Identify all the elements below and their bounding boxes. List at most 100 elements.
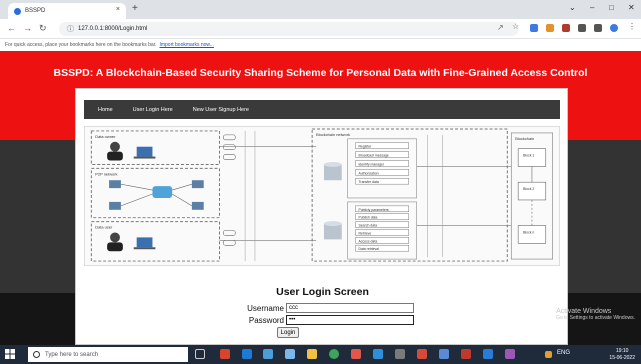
chrome-icon[interactable] xyxy=(329,349,339,359)
stack-item: Access data xyxy=(358,239,377,243)
stack-item: Broadcast message xyxy=(358,154,388,158)
url-field[interactable]: ⓘ 127.0.0.1:8000/Login.html xyxy=(59,22,519,36)
stack-item: Publicly parameters xyxy=(358,208,388,212)
password-input[interactable] xyxy=(286,315,414,325)
stack-item: Retrieve xyxy=(358,231,371,235)
menu-home[interactable]: Home xyxy=(98,107,113,113)
reload-icon[interactable]: ↻ xyxy=(39,23,47,34)
share-icon[interactable]: ↗ xyxy=(497,23,505,32)
extension-icon[interactable] xyxy=(530,24,538,32)
favicon-icon xyxy=(14,7,21,15)
maximize-icon[interactable]: □ xyxy=(609,3,614,12)
diagram-label: Blockchain xyxy=(515,136,534,141)
server-icon xyxy=(152,186,173,198)
login-button[interactable]: Login xyxy=(277,327,299,338)
profile-icon[interactable] xyxy=(610,24,618,32)
architecture-diagram: Data owner P2P network Data user Blockch… xyxy=(84,126,560,266)
extension-icon[interactable] xyxy=(562,24,570,32)
login-title: User Login Screen xyxy=(276,286,369,298)
activate-windows-watermark: Activate Windows Go to Settings to activ… xyxy=(556,308,635,321)
taskbar-search[interactable]: Type here to search xyxy=(28,347,188,362)
diagram-label: Block 2 xyxy=(523,187,534,191)
laptop-icon xyxy=(109,201,121,210)
search-icon xyxy=(33,351,40,358)
menu-user-login[interactable]: User Login Here xyxy=(133,107,173,113)
new-tab-icon[interactable]: + xyxy=(132,3,138,14)
file-explorer-icon[interactable] xyxy=(307,349,317,359)
diagram-label: Block 1 xyxy=(523,154,534,158)
back-icon[interactable]: ← xyxy=(7,23,16,33)
site-info-icon[interactable]: ⓘ xyxy=(67,24,74,34)
diagram-label: Data user xyxy=(95,225,113,230)
app-icon[interactable] xyxy=(461,349,471,359)
task-view-icon[interactable] xyxy=(195,349,205,359)
extensions-puzzle-icon[interactable] xyxy=(578,24,586,32)
minimize-icon[interactable]: – xyxy=(590,3,594,12)
search-placeholder: Type here to search xyxy=(45,351,99,358)
laptop-icon xyxy=(133,237,156,250)
blockchain-network-panel xyxy=(311,128,508,262)
app-icon[interactable] xyxy=(395,349,405,359)
nav-menu: Home User Login Here New User Signup Her… xyxy=(84,100,560,119)
browser-tab-bar: BSSPD × + ⌄ – □ ✕ xyxy=(0,0,641,19)
windows-taskbar: Type here to search ENG 19:10 15-06-2022 xyxy=(0,345,641,364)
stack-item: Transfer data xyxy=(358,180,378,184)
password-row: Password xyxy=(228,315,414,325)
database-icon xyxy=(323,221,342,240)
app-icon[interactable] xyxy=(285,349,295,359)
edge-icon[interactable] xyxy=(242,349,252,359)
username-input[interactable] xyxy=(286,303,414,313)
web-page: BSSPD: A Blockchain-Based Security Shari… xyxy=(0,51,641,345)
stack-item: Identify manager xyxy=(358,162,384,166)
windows-start-icon[interactable] xyxy=(5,349,15,359)
url-text: 127.0.0.1:8000/Login.html xyxy=(78,26,148,32)
laptop-icon xyxy=(191,180,204,189)
laptop-icon xyxy=(109,180,121,189)
tray-icon[interactable] xyxy=(545,351,552,358)
user-icon xyxy=(107,232,123,252)
import-bookmarks-link[interactable]: Import bookmarks now... xyxy=(159,42,213,48)
app-icon[interactable] xyxy=(220,349,230,359)
close-window-icon[interactable]: ✕ xyxy=(628,3,635,12)
app-icon[interactable] xyxy=(439,349,449,359)
diagram-label: Data owner xyxy=(95,134,116,139)
database-icon xyxy=(323,161,342,181)
app-icon[interactable] xyxy=(505,349,515,359)
clock-date: 15-06-2022 xyxy=(609,355,635,361)
stack-item: Data retrieval xyxy=(358,247,379,251)
side-panel-icon[interactable] xyxy=(594,24,602,32)
app-icon[interactable] xyxy=(351,349,361,359)
clock[interactable]: 19:10 15-06-2022 xyxy=(609,348,635,362)
user-icon xyxy=(107,141,123,161)
address-bar-row: ← → ↻ ⓘ 127.0.0.1:8000/Login.html ↗ ☆ ⋮ xyxy=(0,19,641,39)
diagram-label: P2P network xyxy=(95,171,117,176)
app-icon[interactable] xyxy=(373,349,383,359)
page-heading: BSSPD: A Blockchain-Based Security Shari… xyxy=(53,67,588,79)
diagram-label: Blockchain network xyxy=(316,132,350,137)
content-card: Home User Login Here New User Signup Her… xyxy=(75,88,568,345)
username-row: Username xyxy=(228,303,414,313)
lang-indicator[interactable]: ENG xyxy=(557,350,570,356)
bookmarks-bar: For quick access, place your bookmarks h… xyxy=(0,39,641,51)
menu-kebab-icon[interactable]: ⋮ xyxy=(628,22,636,31)
laptop-icon xyxy=(191,201,204,210)
tab-close-icon[interactable]: × xyxy=(116,6,120,13)
browser-tab[interactable]: BSSPD × xyxy=(8,3,126,19)
stack-item: Register xyxy=(358,145,372,149)
tab-search-icon[interactable]: ⌄ xyxy=(569,3,576,12)
activate-line-1: Activate Windows xyxy=(556,308,612,315)
bookmark-star-icon[interactable]: ☆ xyxy=(512,22,520,31)
tab-title: BSSPD xyxy=(25,8,46,14)
password-label: Password xyxy=(248,315,284,325)
diagram-label: Block n xyxy=(523,230,534,234)
stack-item: Authorization xyxy=(358,171,378,175)
app-icon[interactable] xyxy=(263,349,273,359)
stack-item: Publish data xyxy=(358,216,377,220)
menu-user-signup[interactable]: New User Signup Here xyxy=(193,107,249,113)
clock-time: 19:10 xyxy=(615,348,629,354)
app-icon[interactable] xyxy=(483,349,493,359)
app-icon[interactable] xyxy=(417,349,427,359)
forward-icon[interactable]: → xyxy=(23,23,32,33)
extension-icon[interactable] xyxy=(546,24,554,32)
stack-item: Search data xyxy=(358,224,377,228)
